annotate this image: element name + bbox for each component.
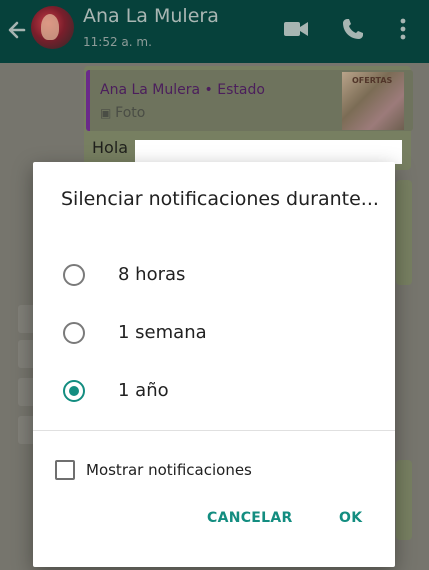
video-call-icon[interactable]: [283, 16, 309, 42]
option-1-year[interactable]: 1 año: [63, 376, 383, 408]
dialog-title: Silenciar notificaciones durante...: [61, 188, 379, 210]
divider: [33, 430, 395, 431]
chat-header: Ana La Mulera 11:52 a. m.: [0, 0, 429, 63]
ok-button[interactable]: OK: [339, 510, 362, 526]
phone-icon[interactable]: [341, 16, 365, 42]
message-bubble-right: [396, 180, 412, 285]
thumbnail-text: OFERTAS: [352, 76, 393, 85]
back-arrow-icon[interactable]: [6, 16, 28, 44]
radio-1-year[interactable]: [63, 380, 85, 402]
show-notifications-checkbox[interactable]: [55, 460, 75, 480]
camera-icon: ▣: [100, 106, 116, 120]
option-1-week[interactable]: 1 semana: [63, 318, 383, 350]
avatar[interactable]: [31, 6, 74, 49]
last-seen: 11:52 a. m.: [83, 35, 152, 49]
quoted-status-author: Ana La Mulera • Estado: [100, 82, 265, 98]
more-options-icon[interactable]: [398, 16, 408, 42]
mute-notifications-dialog: Silenciar notificaciones durante... 8 ho…: [33, 162, 395, 567]
message-bubble-right: [396, 460, 412, 540]
radio-8-hours[interactable]: [63, 264, 85, 286]
show-notifications-label[interactable]: Mostrar notificaciones: [86, 461, 252, 479]
radio-1-week[interactable]: [63, 322, 85, 344]
cancel-button[interactable]: CANCELAR: [207, 510, 293, 526]
quoted-status-type: ▣ Foto: [100, 105, 146, 121]
option-8-hours[interactable]: 8 horas: [63, 260, 383, 292]
option-label: 1 año: [118, 380, 169, 401]
message-text: Hola: [92, 138, 129, 157]
contact-name[interactable]: Ana La Mulera: [83, 5, 219, 27]
redacted-text: [135, 140, 402, 164]
option-label: 8 horas: [118, 264, 186, 285]
option-label: 1 semana: [118, 322, 207, 343]
